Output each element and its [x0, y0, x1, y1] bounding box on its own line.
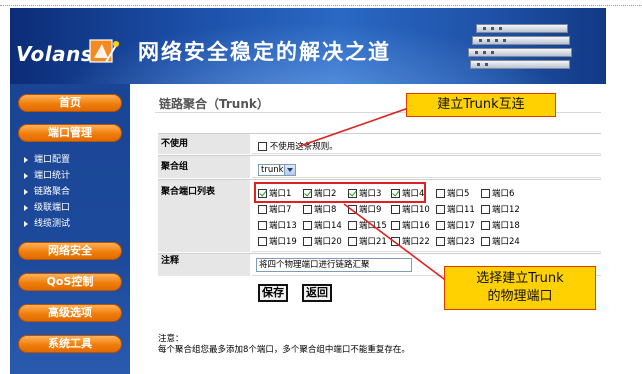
callout-create-trunk: 建立Trunk互连: [406, 93, 556, 117]
annotation-arrows: [299, 103, 457, 289]
callout-select-ports: 选择建立Trunk 的物理端口: [444, 266, 596, 310]
arrow-line-bottom: [343, 203, 457, 289]
arrow-line-top: [299, 103, 421, 147]
